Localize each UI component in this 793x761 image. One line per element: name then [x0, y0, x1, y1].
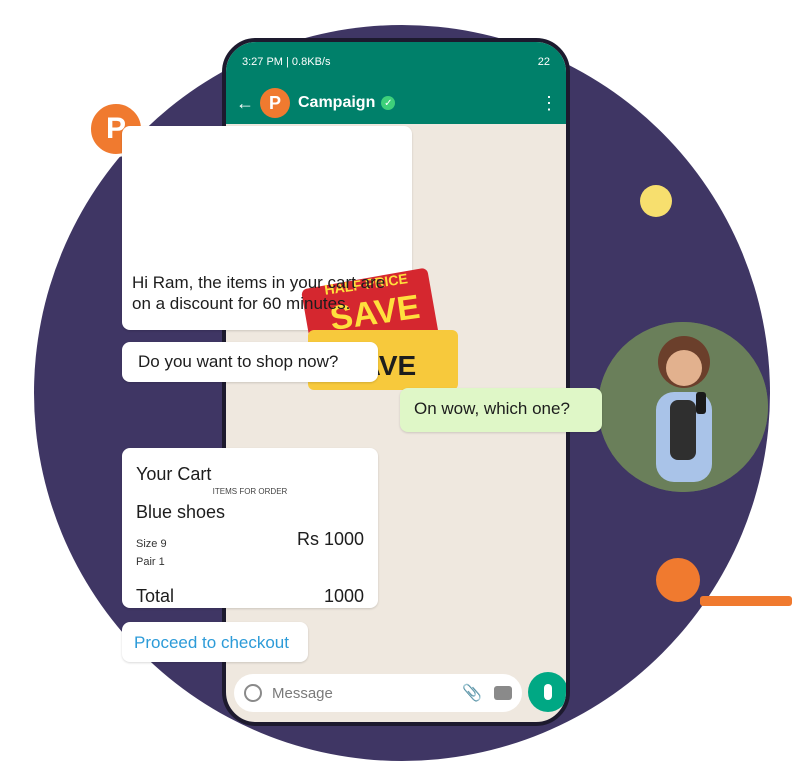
cart-pair: Pair 1: [136, 556, 165, 568]
paperclip-icon[interactable]: 📎: [462, 683, 482, 703]
woman-avatar-illustration: [598, 322, 768, 492]
message-bubble-reply: On wow, which one?: [400, 388, 602, 432]
more-vert-icon[interactable]: ⋮: [540, 93, 558, 114]
message-bubble-shop-now: Do you want to shop now?: [122, 342, 378, 382]
microphone-shape: [544, 684, 552, 700]
status-time-network: 3:27 PM | 0.8KB/s: [242, 56, 331, 68]
cart-size: Size 9: [136, 538, 167, 550]
cart-price: Rs 1000: [296, 529, 364, 549]
cart-item-row: Size 9 Rs 1000: [136, 529, 364, 550]
arrow-left-icon[interactable]: ←: [236, 93, 254, 114]
camera-icon[interactable]: [494, 686, 512, 700]
yellow-dot: [640, 185, 672, 217]
reply-text: On wow, which one?: [414, 399, 570, 418]
check-icon: ✓: [381, 96, 396, 110]
status-bar: 3:27 PM | 0.8KB/s 22: [226, 42, 566, 82]
shop-now-text: Do you want to shop now?: [138, 352, 339, 371]
cart-total-row: Total 1000: [136, 586, 364, 607]
woman-avatar: [598, 322, 768, 492]
status-battery: 22: [537, 56, 550, 68]
chat-title[interactable]: Campaign: [298, 94, 375, 112]
microphone-icon[interactable]: [528, 672, 566, 712]
checkout-button[interactable]: Proceed to checkout: [122, 622, 308, 662]
campaign-logo-letter: P: [268, 92, 281, 113]
promo-text: Hi Ram, the items in your cart are on a …: [132, 273, 386, 313]
message-placeholder: Message: [272, 684, 333, 702]
checkout-label: Proceed to checkout: [134, 633, 289, 652]
orange-dash: [700, 596, 792, 606]
cart-total-value: 1000: [323, 586, 364, 606]
message-input[interactable]: Message 📎: [234, 674, 522, 712]
cart-subtitle: ITEMS FOR ORDER: [212, 487, 288, 496]
cart-title: Your Cart: [136, 464, 212, 484]
orange-dot: [656, 558, 700, 602]
cart-total-label: Total: [136, 586, 175, 606]
cart-item-name: Blue shoes: [136, 502, 226, 522]
cart-card: Your Cart ITEMS FOR ORDER Blue shoes Siz…: [122, 448, 378, 608]
app-bar: ← P Campaign ✓ ⋮: [226, 82, 566, 124]
emoji-icon[interactable]: [244, 684, 262, 702]
campaign-logo: P: [260, 88, 290, 118]
message-bubble-promo: HALF PRICE SAVE SAVE Hi Ram, the items i…: [122, 126, 458, 390]
